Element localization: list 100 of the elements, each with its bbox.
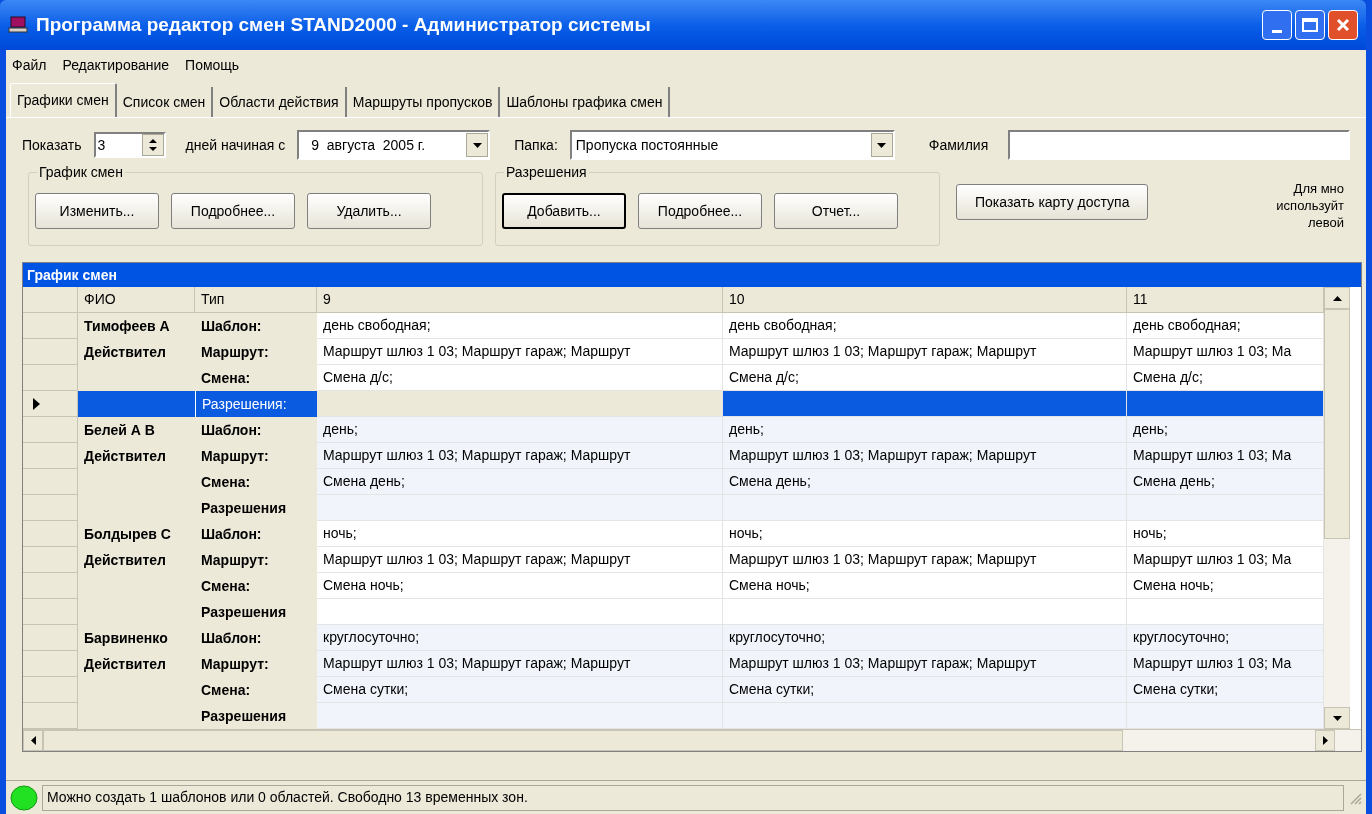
table-cell: Смена ночь; — [1127, 573, 1324, 599]
table-cell: ночь; — [723, 521, 1127, 547]
resize-grip-icon[interactable] — [1348, 790, 1362, 805]
table-cell: Маршрут шлюз 1 03; Маршрут гараж; Маршрут — [723, 547, 1127, 573]
computer-icon — [8, 16, 28, 34]
table-cell: Смена ночь; — [317, 573, 723, 599]
table-cell: Смена д/с; — [317, 365, 723, 391]
table-cell: Смена д/с; — [1127, 365, 1324, 391]
maximize-button[interactable] — [1295, 10, 1325, 40]
minimize-button[interactable] — [1262, 10, 1292, 40]
name-cell: Действител — [78, 547, 195, 573]
action-button[interactable]: Добавить... — [502, 193, 626, 229]
name-cell: Барвиненко — [78, 625, 195, 651]
table-cell: Смена день; — [317, 469, 723, 495]
type-cell: Маршрут: — [195, 443, 317, 469]
folder-label: Папка: — [514, 135, 558, 155]
table-cell: Маршрут шлюз 1 03; Ма — [1127, 339, 1324, 365]
days-label: дней начиная с — [185, 135, 286, 155]
dropdown-button[interactable] — [466, 133, 489, 157]
table-cell: день свободная; — [723, 313, 1127, 339]
up-arrow-icon — [1332, 295, 1342, 301]
scroll-left-button[interactable] — [23, 730, 43, 751]
type-cell: Смена: — [195, 365, 317, 391]
table-cell: Маршрут шлюз 1 03; Маршрут гараж; Маршрут — [317, 651, 723, 677]
table-cell: Маршрут шлюз 1 03; Маршрут гараж; Маршрут — [317, 443, 723, 469]
folder-dropdown[interactable]: Пропуска постоянные — [569, 130, 895, 160]
access-map-button[interactable]: Показать карту доступа — [956, 184, 1149, 220]
status-message: Можно создать 1 шаблонов или 0 областей. Свободно 13 временных зон. — [42, 784, 1344, 811]
action-button[interactable]: Удалить... — [307, 193, 431, 229]
type-cell: Разрешения — [195, 495, 317, 521]
name-cell: Белей А В — [78, 417, 195, 443]
surname-field[interactable] — [1008, 130, 1350, 160]
table-cell: круглосуточно; — [1127, 625, 1324, 651]
surname-label: Фамилия — [928, 135, 989, 155]
table-cell: день; — [723, 417, 1127, 443]
action-button[interactable]: Подробнее... — [171, 193, 295, 229]
minimize-icon — [1272, 30, 1282, 33]
table-cell: Маршрут шлюз 1 03; Маршрут гараж; Маршрут — [723, 651, 1127, 677]
group-title: График смен — [37, 163, 125, 181]
name-cell: Действител — [78, 443, 195, 469]
hint-text: используйт — [1276, 197, 1344, 214]
hint-text: левой — [1307, 214, 1344, 231]
scroll-thumb[interactable] — [1324, 309, 1350, 539]
table-cell: Маршрут шлюз 1 03; Маршрут гараж; Маршрут — [317, 339, 723, 365]
type-cell: Маршрут: — [195, 651, 317, 677]
action-button[interactable]: Отчет... — [774, 193, 898, 229]
table-cell: Маршрут шлюз 1 03; Маршрут гараж; Маршрут — [723, 443, 1127, 469]
table-cell: ночь; — [1127, 521, 1324, 547]
table-cell: Маршрут шлюз 1 03; Маршрут гараж; Маршрут — [723, 339, 1127, 365]
table-cell: Смена день; — [1127, 469, 1324, 495]
table-cell: круглосуточно; — [317, 625, 723, 651]
name-cell: Действител — [78, 339, 195, 365]
date-picker[interactable]: 9 августа 2005 г. — [297, 130, 491, 160]
type-cell: Шаблон: — [195, 313, 317, 339]
current-row-icon — [33, 397, 40, 410]
table-cell: круглосуточно; — [723, 625, 1127, 651]
maximize-icon — [1302, 18, 1318, 32]
scroll-right-button[interactable] — [1315, 730, 1335, 751]
left-arrow-icon — [30, 736, 36, 745]
action-button[interactable]: Изменить... — [35, 193, 159, 229]
scroll-thumb[interactable] — [43, 730, 1123, 751]
show-label: Показать — [22, 135, 82, 155]
table-cell: Смена сутки; — [1127, 677, 1324, 703]
dropdown-arrow-icon — [877, 142, 887, 148]
horizontal-scrollbar[interactable] — [23, 729, 1361, 751]
type-cell: Шаблон: — [195, 625, 317, 651]
menu-item[interactable]: Помощь — [183, 54, 242, 76]
table-cell: день свободная; — [1127, 313, 1324, 339]
table-cell: день; — [317, 417, 723, 443]
close-icon — [1336, 18, 1350, 32]
table-cell: ночь; — [317, 521, 723, 547]
window-title: Программа редактор смен STAND2000 - Администратор системы — [36, 12, 651, 37]
table-cell: Маршрут шлюз 1 03; Ма — [1127, 547, 1324, 573]
type-cell: Разрешения — [195, 703, 317, 729]
type-cell: Маршрут: — [195, 339, 317, 365]
menu-item[interactable]: Файл — [10, 54, 49, 76]
type-cell: Разрешения — [195, 599, 317, 625]
table-cell: Смена д/с; — [723, 365, 1127, 391]
table-cell: Маршрут шлюз 1 03; Маршрут гараж; Маршрут — [317, 547, 723, 573]
scroll-down-button[interactable] — [1324, 707, 1350, 729]
row-indicator[interactable] — [23, 391, 78, 417]
action-button[interactable]: Подробнее... — [638, 193, 762, 229]
type-cell: Маршрут: — [195, 547, 317, 573]
dropdown-button[interactable] — [870, 133, 893, 157]
vertical-scrollbar[interactable] — [1324, 287, 1350, 729]
up-down-arrows-icon — [148, 138, 157, 152]
down-arrow-icon — [1332, 715, 1342, 721]
table-cell: Смена сутки; — [723, 677, 1127, 703]
tab[interactable]: Графики смен — [10, 83, 117, 117]
days-spinner[interactable]: 3 — [93, 132, 166, 158]
table-cell: день свободная; — [317, 313, 723, 339]
table-cell: Смена ночь; — [723, 573, 1127, 599]
type-cell: Шаблон: — [195, 521, 317, 547]
scroll-up-button[interactable] — [1324, 287, 1350, 309]
name-cell: Болдырев С — [78, 521, 195, 547]
menu-item[interactable]: Редактирование — [60, 54, 172, 76]
table-cell: Смена день; — [723, 469, 1127, 495]
name-cell: Действител — [78, 651, 195, 677]
spin-buttons[interactable] — [141, 134, 164, 156]
close-button[interactable] — [1328, 10, 1358, 40]
